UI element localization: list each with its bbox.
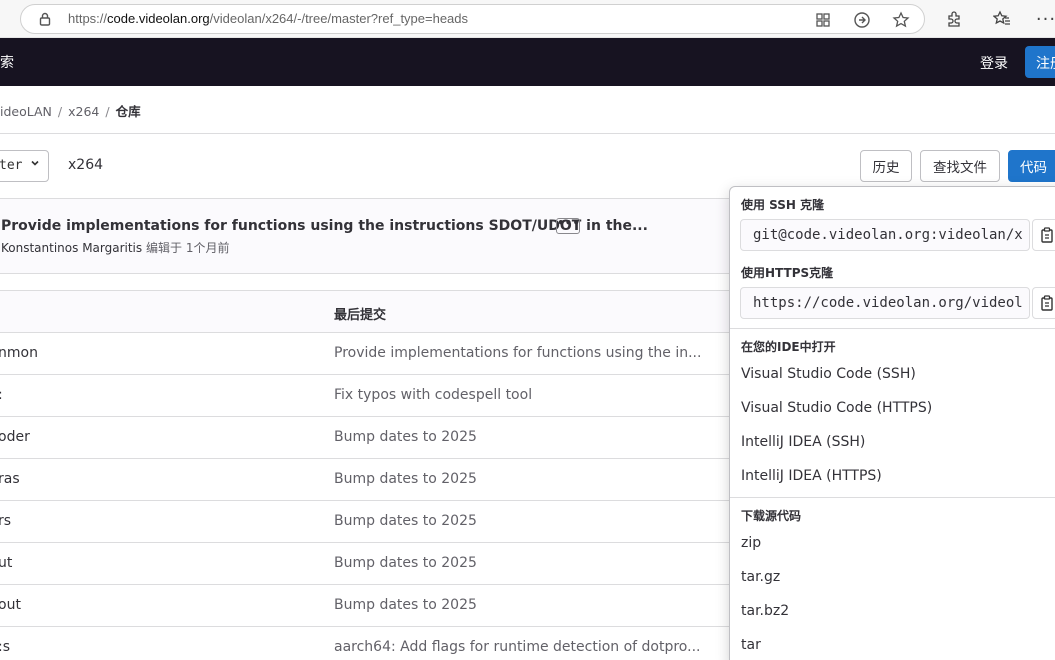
commit-title[interactable]: Provide implementations for functions us…: [1, 218, 648, 234]
commit-message[interactable]: Bump dates to 2025: [334, 471, 477, 487]
dropdown-divider: [730, 328, 1055, 329]
chevron-down-icon: [30, 158, 40, 171]
commit-expand-button[interactable]: •••: [556, 217, 580, 234]
https-clone-title: 使用HTTPS克隆: [741, 266, 834, 280]
dropdown-divider: [730, 497, 1055, 498]
commit-message[interactable]: Fix typos with codespell tool: [334, 387, 532, 403]
clone-dropdown: 使用 SSH 克隆 git@code.videolan.org:videolan…: [729, 186, 1055, 660]
open-intellij-ssh[interactable]: IntelliJ IDEA (SSH): [741, 434, 865, 450]
branch-selector[interactable]: ter: [0, 150, 49, 182]
copy-ssh-button[interactable]: [1032, 219, 1055, 251]
ssh-clone-title: 使用 SSH 克隆: [741, 198, 825, 212]
commit-message[interactable]: Bump dates to 2025: [334, 513, 477, 529]
register-button[interactable]: 注册: [1025, 46, 1055, 78]
favorites-icon[interactable]: [992, 9, 1012, 29]
download-tar[interactable]: tar: [741, 637, 761, 653]
url-text: https://code.videolan.org/videolan/x264/…: [68, 11, 468, 26]
commit-action: 编辑于: [145, 241, 182, 255]
divider: [0, 133, 1055, 134]
file-name[interactable]: rs: [0, 513, 11, 529]
commit-message[interactable]: Bump dates to 2025: [334, 555, 477, 571]
https-url-field[interactable]: https://code.videolan.org/videol: [740, 287, 1030, 319]
file-name[interactable]: out: [0, 597, 21, 613]
search-button[interactable]: 索: [0, 52, 14, 72]
url-host: code.videolan.org: [107, 11, 210, 26]
breadcrumb-project[interactable]: x264: [68, 104, 99, 119]
open-vscode-https[interactable]: Visual Studio Code (HTTPS): [741, 400, 932, 416]
commit-message[interactable]: Bump dates to 2025: [334, 597, 477, 613]
file-name[interactable]: ras: [0, 471, 20, 487]
file-name[interactable]: :s: [0, 639, 10, 655]
commit-message[interactable]: aarch64: Add flags for runtime detection…: [334, 639, 700, 655]
ssh-url: git@code.videolan.org:videolan/x: [753, 227, 1023, 243]
history-button[interactable]: 历史: [860, 150, 912, 182]
download-tar-bz2[interactable]: tar.bz2: [741, 603, 789, 619]
breadcrumb-group[interactable]: ideoLAN: [0, 104, 52, 119]
translate-icon[interactable]: [852, 10, 872, 30]
top-navigation: 索 登录 注册: [0, 38, 1055, 86]
address-bar[interactable]: https://code.videolan.org/videolan/x264/…: [20, 4, 925, 34]
extensions-icon[interactable]: [944, 9, 964, 29]
breadcrumb: ideoLAN / x264 / 仓库: [0, 101, 146, 120]
branch-name: ter: [0, 158, 23, 173]
commit-message[interactable]: Bump dates to 2025: [334, 429, 477, 445]
open-vscode-ssh[interactable]: Visual Studio Code (SSH): [741, 366, 916, 382]
file-name[interactable]: :: [0, 387, 3, 403]
copy-icon: [1041, 227, 1053, 243]
breadcrumb-separator: /: [57, 104, 63, 119]
commit-message[interactable]: Provide implementations for functions us…: [334, 345, 701, 361]
file-name[interactable]: oder: [0, 429, 30, 445]
lock-icon[interactable]: [37, 11, 53, 27]
find-file-button[interactable]: 查找文件: [920, 150, 1000, 182]
file-name[interactable]: ut: [0, 555, 12, 571]
url-path: /videolan/x264/-/tree/master?ref_type=he…: [209, 11, 469, 26]
commit-author[interactable]: Konstantinos Margaritis: [1, 241, 142, 255]
ide-section-title: 在您的IDE中打开: [741, 340, 836, 354]
app-grid-icon[interactable]: [813, 10, 833, 30]
copy-icon: [1041, 295, 1053, 311]
commit-meta: Konstantinos Margaritis 编辑于 1个月前: [1, 239, 229, 256]
copy-https-button[interactable]: [1032, 287, 1055, 319]
repository-path[interactable]: x264: [68, 157, 103, 173]
download-section-title: 下载源代码: [741, 509, 802, 523]
more-menu-icon[interactable]: ···: [1036, 9, 1055, 30]
browser-toolbar: https://code.videolan.org/videolan/x264/…: [0, 0, 1055, 38]
file-name[interactable]: nmon: [0, 345, 38, 361]
ssh-url-field[interactable]: git@code.videolan.org:videolan/x: [740, 219, 1030, 251]
favorite-star-icon[interactable]: [891, 10, 911, 30]
download-tar-gz[interactable]: tar.gz: [741, 569, 780, 585]
breadcrumb-current[interactable]: 仓库: [116, 104, 141, 119]
login-link[interactable]: 登录: [980, 53, 1008, 73]
breadcrumb-separator: /: [105, 104, 110, 119]
open-intellij-https[interactable]: IntelliJ IDEA (HTTPS): [741, 468, 882, 484]
commit-time: 1个月前: [185, 241, 230, 255]
last-commit-column-header: 最后提交: [334, 308, 387, 323]
code-button[interactable]: 代码: [1008, 150, 1055, 182]
url-prefix: https://: [68, 11, 108, 26]
download-zip[interactable]: zip: [741, 535, 761, 551]
https-url: https://code.videolan.org/videol: [753, 295, 1023, 311]
